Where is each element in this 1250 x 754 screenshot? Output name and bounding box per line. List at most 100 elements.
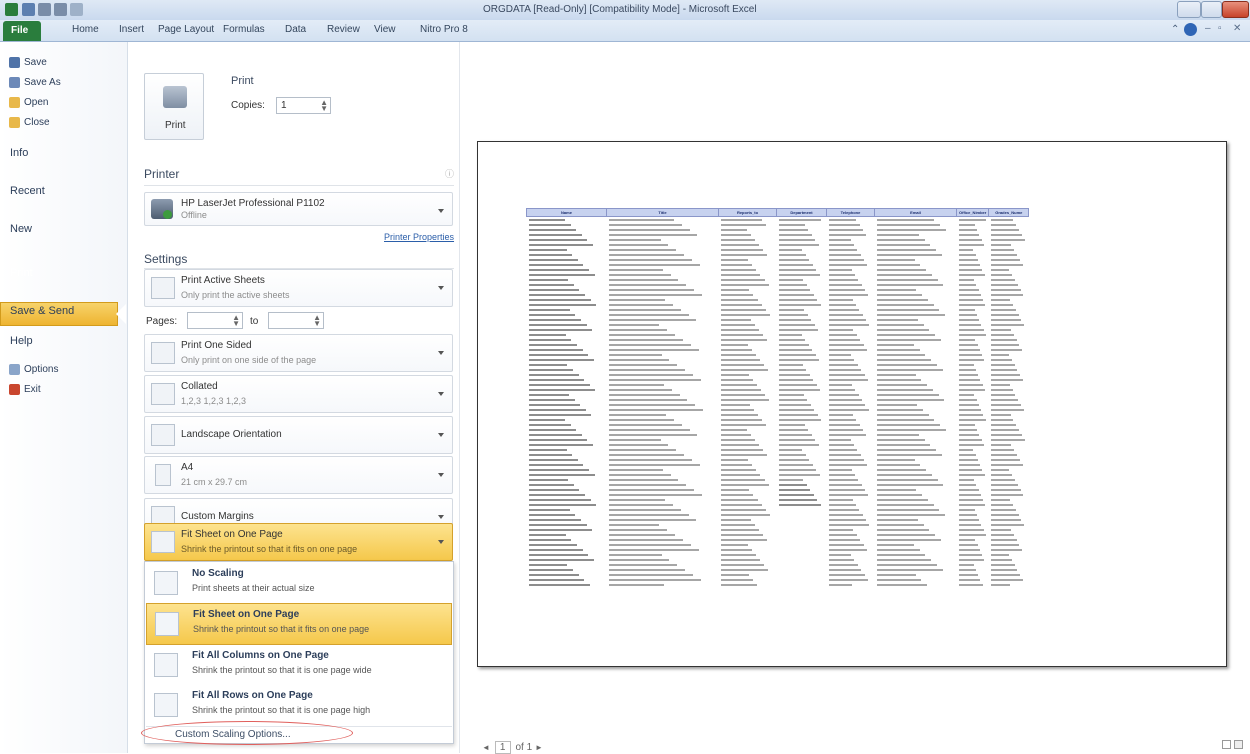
- open-item[interactable]: Open: [9, 97, 48, 108]
- fit-columns-icon: [154, 653, 178, 677]
- undo-icon[interactable]: [38, 3, 51, 16]
- print-item[interactable]: Print: [10, 267, 33, 279]
- cell-text-line: [828, 478, 858, 481]
- print-what-dropdown[interactable]: Print Active Sheets Only print the activ…: [144, 269, 453, 307]
- help-item[interactable]: Help: [10, 335, 33, 347]
- save-item[interactable]: Save: [9, 57, 47, 68]
- cell-text-line: [608, 368, 685, 371]
- cell-text-line: [778, 463, 813, 466]
- copies-spinner-icon[interactable]: ▲ ▼: [320, 99, 328, 113]
- next-page-button[interactable]: ►: [535, 743, 543, 752]
- save-send-item[interactable]: Save & Send: [10, 305, 74, 317]
- tab-data[interactable]: Data: [285, 24, 306, 35]
- save-qat-icon[interactable]: [22, 3, 35, 16]
- new-item[interactable]: New: [10, 223, 32, 235]
- minimize-ribbon-icon[interactable]: ⌃: [1171, 24, 1179, 35]
- cell-text-line: [990, 283, 1018, 286]
- dropdown-arrow-icon: [438, 515, 444, 519]
- cell-text-line: [990, 458, 1020, 461]
- cell-text-line: [958, 408, 981, 411]
- pages-to-input[interactable]: ▲ ▼: [268, 312, 324, 329]
- cell-text-line: [958, 303, 985, 306]
- menu-item-fit-columns[interactable]: Fit All Columns on One Page Shrink the p…: [146, 645, 452, 687]
- cell-text-line: [958, 283, 976, 286]
- cell-text-line: [608, 233, 697, 236]
- tab-home[interactable]: Home: [72, 24, 99, 35]
- cell-text-line: [608, 343, 691, 346]
- tab-view[interactable]: View: [374, 24, 396, 35]
- printer-dropdown[interactable]: HP LaserJet Professional P1102 Offline: [144, 192, 453, 226]
- cell-text-line: [828, 288, 865, 291]
- cell-text-line: [958, 488, 979, 491]
- close-item[interactable]: Close: [9, 117, 50, 128]
- tab-page-layout[interactable]: Page Layout: [158, 24, 214, 35]
- cell-text-line: [876, 398, 944, 401]
- cell-text-line: [876, 378, 921, 381]
- pages-to-spinner-icon[interactable]: ▲ ▼: [313, 314, 321, 328]
- scaling-dropdown[interactable]: Fit Sheet on One Page Shrink the printou…: [144, 523, 453, 561]
- redo-icon[interactable]: [54, 3, 67, 16]
- prev-page-button[interactable]: ◄: [482, 743, 490, 752]
- cell-text-line: [990, 468, 1009, 471]
- workbook-restore-icon[interactable]: ▫: [1218, 23, 1222, 34]
- tab-nitro[interactable]: Nitro Pro 8: [420, 24, 468, 35]
- excel-icon[interactable]: [5, 3, 18, 16]
- cell-text-line: [528, 558, 594, 561]
- divider: [144, 185, 454, 186]
- cell-text-line: [828, 393, 859, 396]
- cell-text-line: [958, 363, 974, 366]
- cell-text-line: [528, 448, 567, 451]
- cell-text-line: [528, 478, 568, 481]
- cell-text-line: [828, 218, 856, 221]
- tab-file[interactable]: File: [3, 21, 41, 41]
- restore-button[interactable]: [1201, 1, 1222, 18]
- workbook-minimize-icon[interactable]: –: [1205, 23, 1211, 34]
- printer-properties-link[interactable]: Printer Properties: [384, 232, 454, 242]
- cell-text-line: [990, 403, 1021, 406]
- pages-from-spinner-icon[interactable]: ▲ ▼: [232, 314, 240, 328]
- cell-text-line: [876, 338, 941, 341]
- menu-item-fit-sheet[interactable]: Fit Sheet on One Page Shrink the printou…: [146, 603, 452, 645]
- print-button[interactable]: Print: [144, 73, 204, 140]
- cell-text-line: [958, 428, 977, 431]
- cell-text-line: [828, 398, 862, 401]
- cell-text-line: [990, 493, 1023, 496]
- tab-insert[interactable]: Insert: [119, 24, 144, 35]
- menu-item-fit-rows[interactable]: Fit All Rows on One Page Shrink the prin…: [146, 685, 452, 727]
- zoom-to-page-icon[interactable]: [1234, 740, 1244, 749]
- paper-size-dropdown[interactable]: A4 21 cm x 29.7 cm: [144, 456, 453, 494]
- exit-item[interactable]: Exit: [9, 384, 41, 395]
- tab-formulas[interactable]: Formulas: [223, 24, 265, 35]
- page-number-input[interactable]: 1: [494, 741, 511, 754]
- options-item[interactable]: Options: [9, 364, 58, 375]
- cell-text-line: [828, 503, 856, 506]
- help-icon[interactable]: [1184, 23, 1197, 36]
- copies-input[interactable]: 1 ▲ ▼: [276, 97, 331, 114]
- zoom-controls[interactable]: [1222, 740, 1244, 750]
- orientation-dropdown[interactable]: Landscape Orientation: [144, 416, 453, 454]
- customize-qat-icon[interactable]: [70, 3, 83, 16]
- cell-text-line: [990, 298, 1010, 301]
- column-header: Department: [776, 208, 827, 217]
- column-header: Office_Nimber: [955, 208, 990, 217]
- menu-item-no-scaling[interactable]: No Scaling Print sheets at their actual …: [146, 563, 452, 605]
- cell-text-line: [608, 393, 680, 396]
- cell-text-line: [876, 433, 919, 436]
- cell-text-line: [990, 538, 1017, 541]
- cell-text-line: [876, 253, 942, 256]
- info-item[interactable]: Info: [10, 147, 28, 159]
- cell-text-line: [608, 488, 694, 491]
- recent-item[interactable]: Recent: [10, 185, 45, 197]
- workbook-close-icon[interactable]: ✕: [1233, 23, 1241, 34]
- cell-text-line: [828, 388, 855, 391]
- show-margins-icon[interactable]: [1222, 740, 1231, 749]
- collation-dropdown[interactable]: Collated 1,2,3 1,2,3 1,2,3: [144, 375, 453, 413]
- cell-text-line: [778, 398, 807, 401]
- printer-info-icon[interactable]: ⓘ: [445, 167, 454, 180]
- save-as-item[interactable]: Save As: [9, 77, 61, 88]
- close-button[interactable]: [1222, 1, 1249, 18]
- sides-dropdown[interactable]: Print One Sided Only print on one side o…: [144, 334, 453, 372]
- pages-from-input[interactable]: ▲ ▼: [187, 312, 243, 329]
- minimize-button[interactable]: [1177, 1, 1201, 18]
- tab-review[interactable]: Review: [327, 24, 360, 35]
